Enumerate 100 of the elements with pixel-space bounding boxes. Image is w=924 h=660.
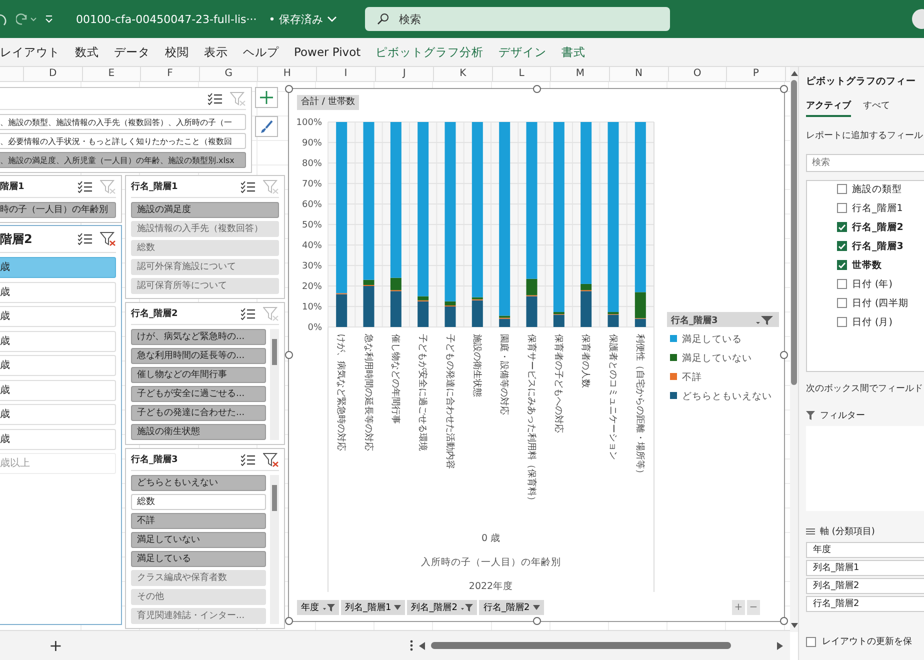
slicer-item[interactable]: 認可保育所等について [131, 278, 279, 294]
slicer-item[interactable]: 歳 [0, 257, 116, 278]
checkbox[interactable] [837, 317, 847, 327]
slicer-item[interactable]: 催し物などの年間行事 [131, 367, 266, 383]
slicer-item[interactable]: どちらともいえない [131, 475, 266, 491]
multiselect-icon[interactable] [208, 92, 222, 104]
resize-handle[interactable] [285, 85, 293, 93]
scroll-up-icon[interactable] [790, 71, 798, 76]
checkbox[interactable] [837, 184, 847, 194]
column-header[interactable]: J [376, 67, 434, 81]
column-header[interactable]: P [727, 67, 786, 81]
slicer-item[interactable]: 認可外保育施設について [131, 259, 279, 275]
slicer-item[interactable]: その他 [131, 589, 266, 605]
slicer-item[interactable]: 歳 [0, 306, 116, 327]
slicer-item[interactable]: 施設情報の入手先（複数回答） [131, 221, 279, 237]
search-field[interactable]: 検索 [364, 7, 670, 31]
column-header[interactable]: H [258, 67, 317, 81]
scrollbar[interactable] [270, 329, 279, 440]
pane-tab[interactable]: すべて [863, 98, 890, 117]
multiselect-icon[interactable] [78, 180, 92, 192]
slicer-item[interactable]: 歳 [0, 330, 116, 352]
scroll-left-icon[interactable] [419, 642, 425, 650]
redo-icon[interactable] [16, 12, 38, 26]
slicer-item[interactable]: 施設の満足度 [131, 202, 279, 218]
ribbon-tab[interactable]: 表示 [204, 44, 228, 60]
slicer-item[interactable]: 時の子（一人目）の年齢別 [0, 202, 116, 218]
slicer-item[interactable]: 総数 [131, 494, 266, 510]
add-button[interactable] [255, 87, 278, 108]
column-header[interactable]: K [434, 67, 493, 81]
zoom-button[interactable]: + [732, 600, 745, 615]
checkbox[interactable] [837, 298, 847, 308]
slicer-item[interactable]: けが、病気など緊急時の... [131, 329, 266, 345]
slicer-item[interactable]: 子どもの発達に合わせた... [131, 405, 266, 421]
slicer-item[interactable]: 、施設の類型、施設情報の入手先（複数回答）、入所時の子（一 [0, 114, 246, 130]
column-header[interactable]: N [610, 67, 669, 81]
slicer-item[interactable]: 歳 [0, 428, 116, 450]
column-header[interactable]: F [141, 67, 200, 81]
scrollbar[interactable] [270, 475, 279, 624]
checkbox[interactable] [837, 260, 847, 270]
checkbox[interactable] [806, 636, 816, 646]
clear-filter-icon[interactable] [100, 232, 116, 246]
checkbox[interactable] [837, 222, 847, 232]
resize-handle[interactable] [285, 617, 293, 625]
customize-icon[interactable] [44, 14, 54, 24]
slicer-item[interactable]: 歳 [0, 355, 116, 376]
column-header[interactable]: G [200, 67, 258, 81]
resize-handle[interactable] [780, 85, 788, 93]
ribbon-tab[interactable]: データ [114, 44, 150, 60]
slicer-item[interactable]: 歳 [0, 282, 116, 302]
search-field[interactable]: 検索 [806, 154, 924, 172]
resize-handle[interactable] [532, 85, 540, 93]
slicer-item[interactable]: 、必要情報の入手状況・もっと詳しく知りたかったこと（複数回 [0, 133, 246, 149]
field-button[interactable]: 列名_階層1 [341, 600, 406, 615]
add-sheet-button[interactable]: + [45, 636, 66, 655]
chart-area[interactable] [288, 88, 785, 622]
ribbon-tab[interactable]: 校閲 [165, 44, 189, 60]
column-header[interactable]: L [492, 67, 552, 81]
filter-icon[interactable] [756, 316, 773, 325]
column-header[interactable]: D [24, 67, 83, 81]
ribbon-tab[interactable]: レイアウト [0, 44, 60, 60]
pane-tab[interactable]: アクティブ [806, 98, 851, 117]
ribbon-tab[interactable]: ヘルプ [243, 44, 279, 60]
slicer-item[interactable]: 満足していない [131, 532, 266, 548]
multiselect-icon[interactable] [241, 180, 255, 192]
column-header[interactable]: M [551, 67, 610, 81]
scroll-right-icon[interactable] [777, 642, 783, 650]
ribbon-tab[interactable]: ピボットグラフ分析 [376, 44, 484, 60]
slicer-item[interactable]: 急な利用時間の延長等の... [131, 348, 266, 364]
multiselect-icon[interactable] [241, 308, 255, 320]
slicer-item[interactable]: 育児関連雑誌・インター... [131, 608, 266, 624]
column-header[interactable]: E [82, 67, 142, 81]
resize-handle[interactable] [285, 351, 293, 359]
slicer-item[interactable]: 不詳 [131, 513, 266, 529]
column-header[interactable]: I [316, 67, 376, 81]
slicer-item[interactable]: 、施設の満足度、入所児童（一人目）の年齢、施設の類型別.xlsx [0, 152, 246, 168]
ribbon-tab[interactable]: デザイン [498, 44, 547, 60]
field-button[interactable]: 年度 [297, 600, 339, 615]
value-field-button[interactable]: 合計 / 世帯数 [297, 95, 359, 110]
checkbox[interactable] [837, 203, 847, 213]
scroll-down-icon[interactable] [790, 623, 798, 628]
resize-handle[interactable] [780, 351, 788, 359]
slicer-item[interactable]: クラス編成や保育者数 [131, 570, 266, 586]
checkbox[interactable] [837, 241, 847, 251]
axis-field-item[interactable]: 列名_階層1 [806, 560, 924, 576]
brush-button[interactable] [255, 116, 278, 137]
slicer-item[interactable]: 歳 [0, 380, 116, 400]
field-button[interactable]: 行名_階層2 [479, 600, 544, 615]
ribbon-tab[interactable]: 数式 [75, 44, 99, 60]
column-header[interactable]: O [668, 67, 728, 81]
resize-handle[interactable] [532, 617, 540, 625]
slicer-item[interactable]: 総数 [131, 240, 279, 256]
vertical-scrollbar[interactable] [790, 67, 798, 632]
ribbon-tab[interactable]: 書式 [562, 44, 586, 60]
clear-filter-icon[interactable] [263, 452, 279, 466]
resize-handle[interactable] [780, 617, 788, 625]
axis-field-item[interactable]: 年度 [806, 542, 924, 558]
field-button[interactable]: 列名_階層2 [407, 600, 478, 615]
slicer-item[interactable]: 歳 [0, 404, 116, 425]
multiselect-icon[interactable] [78, 233, 92, 245]
axis-field-item[interactable]: 行名_階層2 [806, 596, 924, 612]
